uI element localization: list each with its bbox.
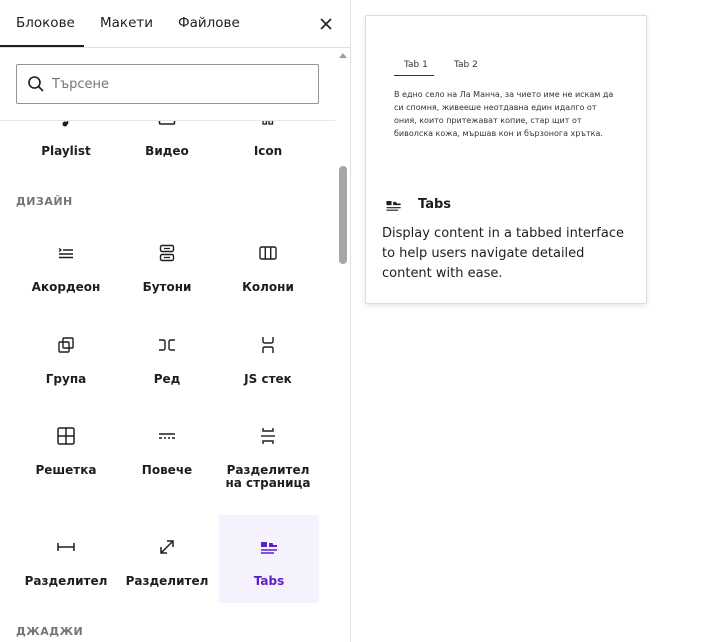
- accordion-icon: [58, 247, 73, 259]
- tab-patterns[interactable]: Макети: [100, 0, 153, 48]
- category-design: ДИЗАЙН: [16, 195, 73, 208]
- scroll-up-arrow-icon[interactable]: [339, 52, 347, 60]
- block-label: Разделител на страница: [225, 463, 311, 490]
- block-buttons[interactable]: Бутони: [117, 241, 217, 311]
- resize-icon: [160, 540, 174, 554]
- preview-tab-2: Tab 2: [454, 60, 478, 70]
- preview-description: Display content in a tabbed interface to…: [382, 226, 624, 281]
- buttons-icon: [159, 244, 175, 262]
- block-more[interactable]: Повече: [117, 424, 217, 504]
- block-label: Колони: [242, 280, 294, 294]
- preview-tab-underline: [394, 75, 434, 76]
- block-tabs[interactable]: Tabs: [219, 515, 319, 603]
- block-preview-card: Tab 1 Tab 2 В едно село на Ла Манча, за …: [365, 15, 647, 304]
- block-accordion[interactable]: Акордеон: [16, 241, 116, 311]
- block-grid[interactable]: Решетка: [16, 424, 116, 504]
- search-box: [16, 64, 319, 104]
- block-label: Решетка: [35, 463, 97, 477]
- grid-icon: [57, 427, 75, 445]
- block-icon[interactable]: Icon: [218, 121, 318, 161]
- category-widgets: ДЖАДЖИ: [16, 625, 84, 638]
- video-icon: [158, 121, 176, 125]
- preview-title: Tabs: [418, 197, 452, 212]
- block-stack[interactable]: JS стек: [218, 333, 318, 403]
- block-separator[interactable]: Разделител: [117, 515, 217, 603]
- more-icon: [159, 433, 175, 439]
- search-icon: [28, 76, 44, 92]
- block-playlist[interactable]: Playlist: [16, 121, 116, 161]
- block-label: Разделител: [24, 574, 108, 588]
- block-label: Playlist: [41, 144, 91, 158]
- page-break-icon: [261, 428, 275, 444]
- shapes-icon: [262, 121, 274, 125]
- block-list: Playlist Видео Icon ДИЗАЙН Акордеон Буто…: [0, 121, 335, 642]
- block-label: Разделител: [125, 574, 209, 588]
- close-inserter-button[interactable]: [314, 12, 338, 36]
- block-label: Повече: [141, 463, 193, 477]
- block-inserter-panel: Блокове Макети Файлове Playlist: [0, 0, 351, 642]
- preview-sample-text: В едно село на Ла Манча, за чието име не…: [394, 90, 614, 138]
- block-page-break[interactable]: Разделител на страница: [218, 424, 318, 504]
- block-row[interactable]: Ред: [117, 333, 217, 403]
- block-label: JS стек: [244, 372, 292, 386]
- columns-icon: [259, 246, 277, 260]
- block-label: Бутони: [142, 280, 192, 294]
- tab-blocks[interactable]: Блокове: [16, 0, 75, 48]
- close-icon: [320, 18, 332, 30]
- block-label: Група: [45, 372, 87, 386]
- tabs-icon: [386, 201, 401, 211]
- block-label: Ред: [153, 372, 181, 386]
- block-label: Видео: [145, 144, 189, 158]
- search-container: [0, 49, 335, 121]
- block-label: Icon: [253, 144, 283, 158]
- search-input[interactable]: [52, 65, 312, 103]
- stack-icon: [262, 337, 274, 353]
- block-label: Акордеон: [31, 280, 101, 294]
- tabs-icon: [261, 542, 277, 554]
- group-icon: [58, 337, 74, 353]
- block-group[interactable]: Група: [16, 333, 116, 403]
- block-video[interactable]: Видео: [117, 121, 217, 161]
- scrollbar-track[interactable]: [337, 62, 349, 642]
- row-icon: [159, 339, 175, 351]
- playlist-icon: [62, 121, 69, 127]
- inserter-tabs: Блокове Макети Файлове: [0, 0, 350, 48]
- tab-media[interactable]: Файлове: [178, 0, 240, 48]
- spacer-icon: [57, 543, 75, 551]
- block-spacer[interactable]: Разделител: [16, 515, 116, 603]
- scrollbar-thumb[interactable]: [339, 166, 347, 264]
- preview-tab-1: Tab 1: [404, 60, 428, 70]
- block-label: Tabs: [253, 574, 285, 588]
- block-columns[interactable]: Колони: [218, 241, 318, 311]
- active-tab-indicator: [0, 45, 84, 47]
